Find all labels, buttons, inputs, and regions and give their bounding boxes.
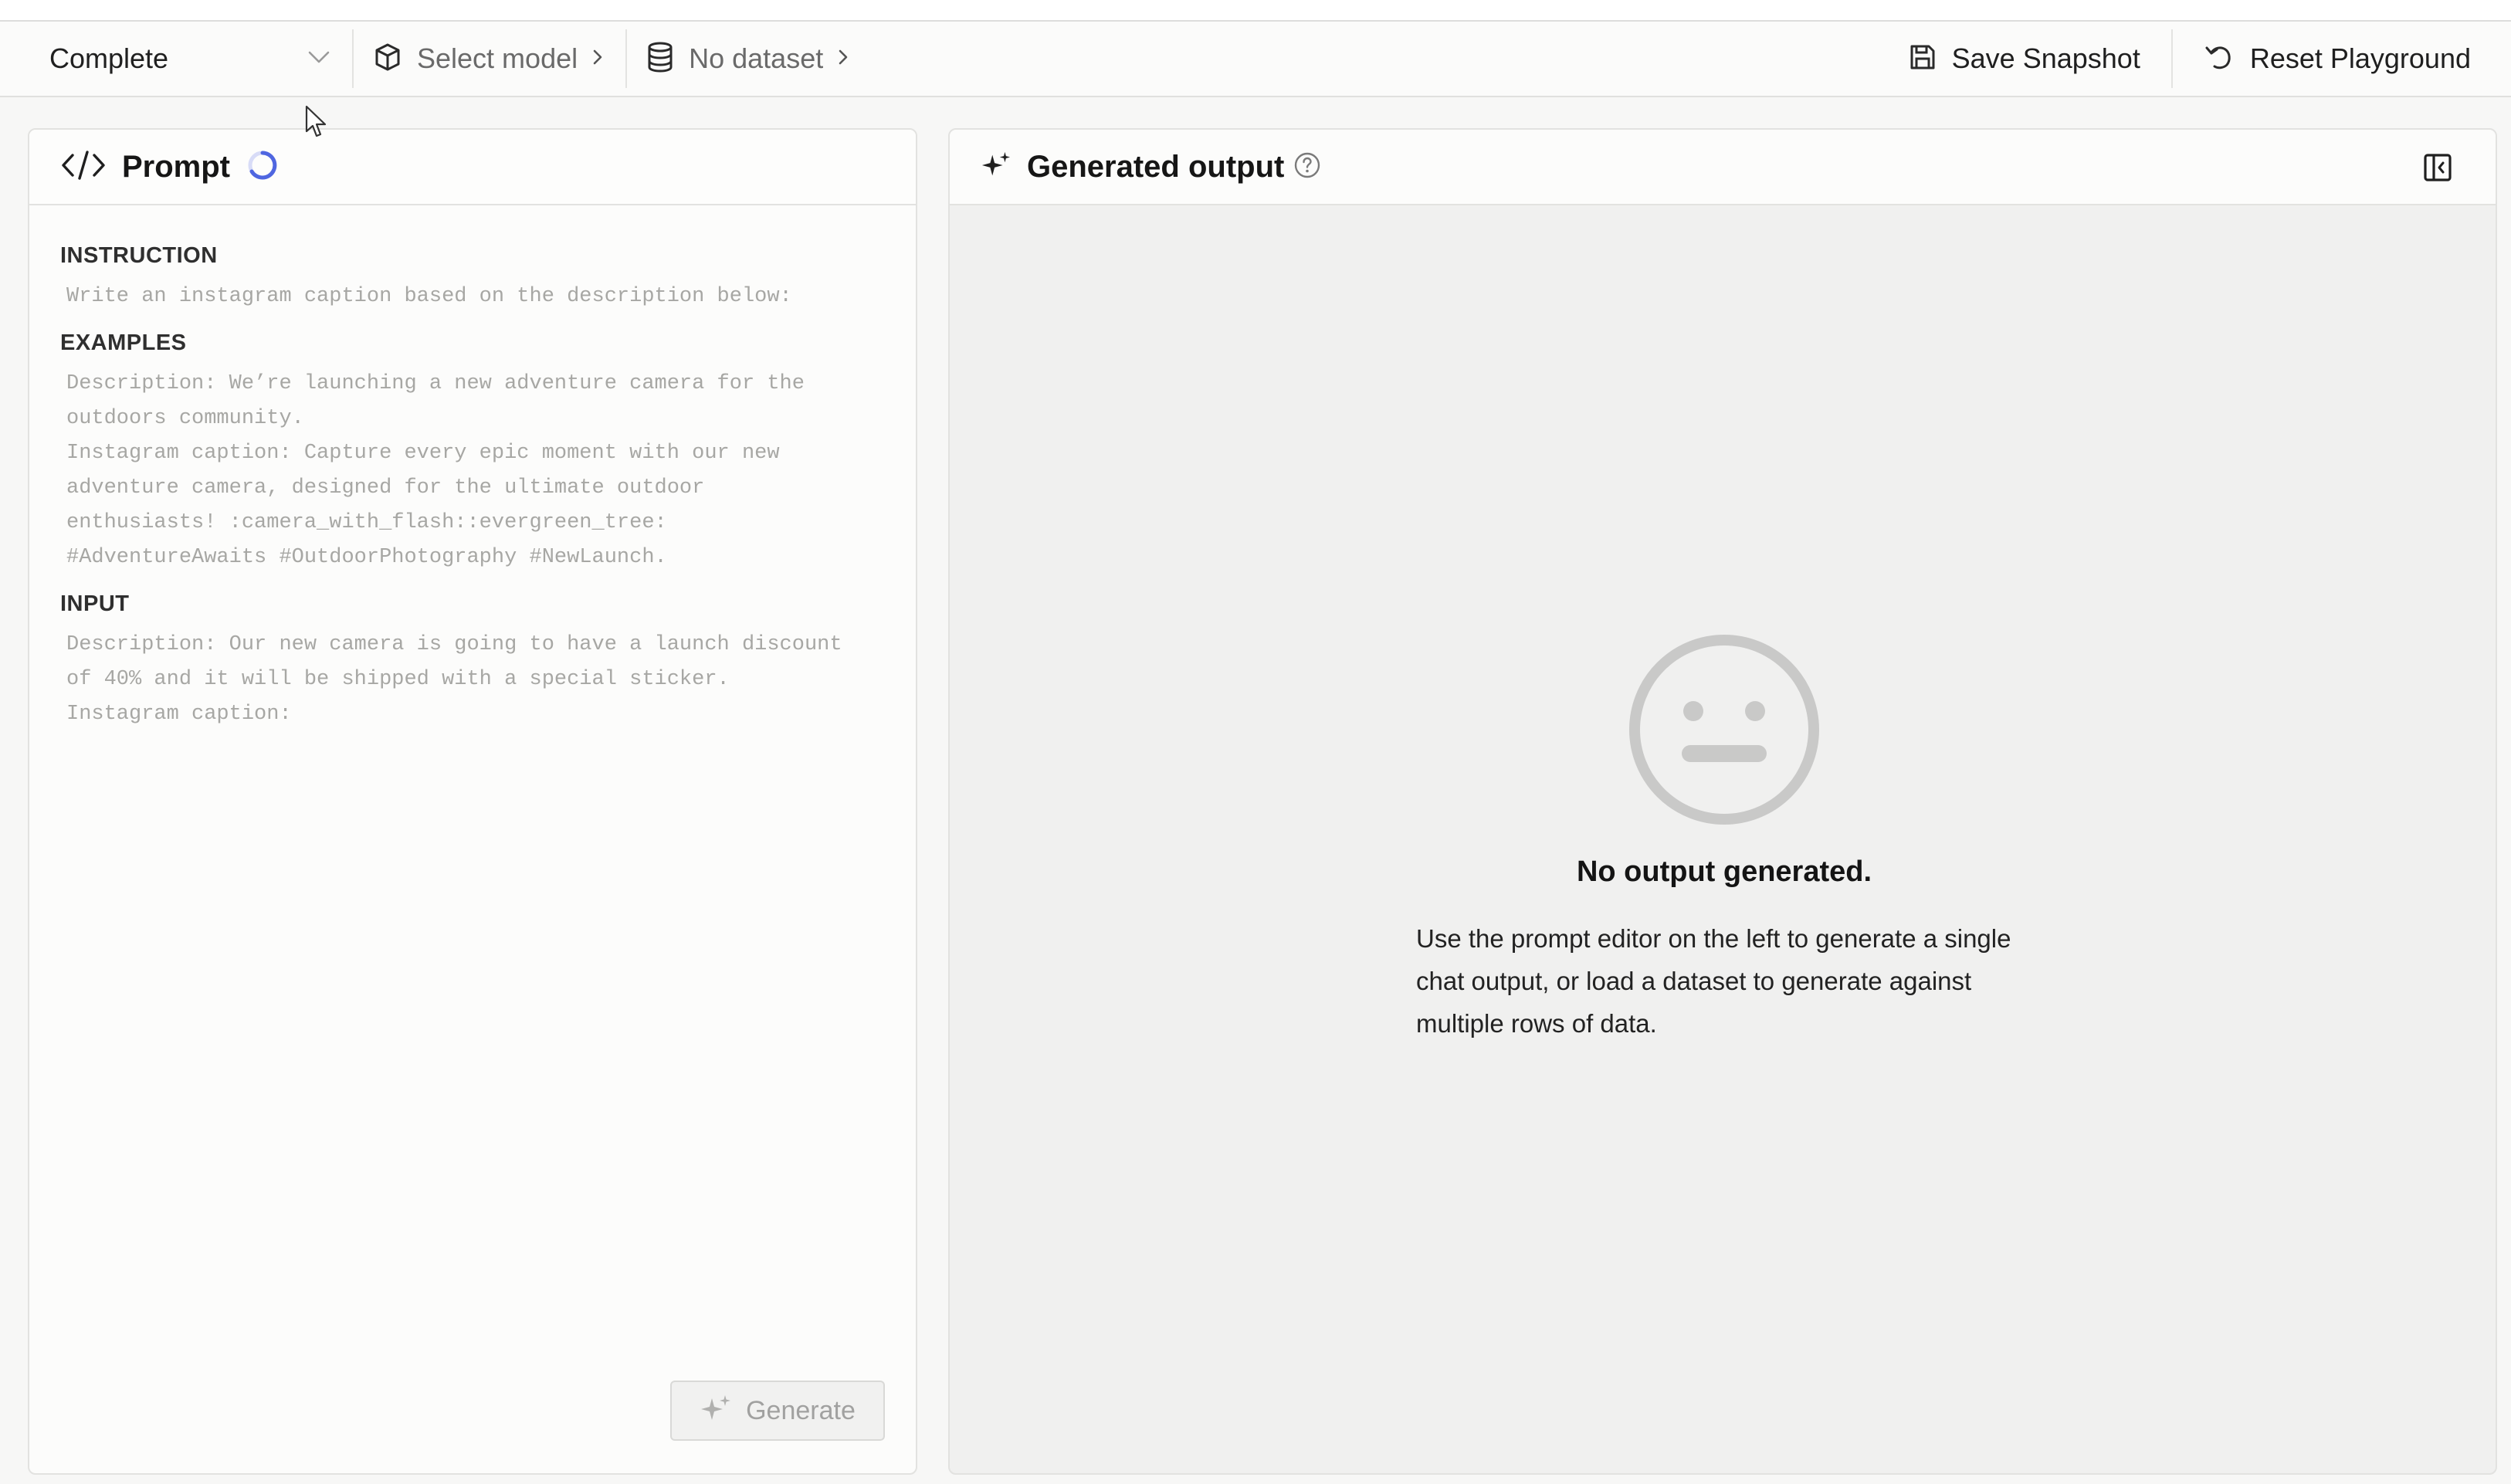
window-top-strip: [0, 0, 2511, 22]
playground-toolbar: Complete Select model No dataset Save Sn…: [0, 22, 2511, 97]
floppy-disk-icon: [1909, 43, 1937, 75]
code-icon: [60, 149, 107, 185]
reset-playground-label: Reset Playground: [2249, 42, 2471, 74]
instruction-label: INSTRUCTION: [60, 243, 218, 268]
cube-icon: [372, 42, 403, 76]
loading-spinner-icon: [246, 148, 280, 186]
reset-playground-button[interactable]: Reset Playground: [2173, 29, 2511, 88]
generated-output-panel: Generated output No output generated. Us…: [948, 128, 2497, 1475]
chevron-right-icon: [837, 47, 849, 71]
save-snapshot-label: Save Snapshot: [1951, 42, 2140, 74]
neutral-face-icon: [1626, 632, 1822, 832]
empty-state-title: No output generated.: [1576, 856, 1872, 888]
undo-icon: [2204, 43, 2235, 75]
prompt-panel-header: Prompt: [29, 130, 916, 205]
mode-select[interactable]: Complete: [0, 29, 354, 88]
generate-button[interactable]: Generate: [670, 1381, 885, 1441]
generate-label: Generate: [746, 1395, 856, 1425]
model-selector-label: Select model: [417, 42, 578, 74]
save-snapshot-button[interactable]: Save Snapshot: [1878, 29, 2173, 88]
input-label: INPUT: [60, 591, 130, 616]
dataset-selector[interactable]: No dataset: [627, 29, 871, 88]
chevron-down-icon: [307, 49, 330, 69]
chevron-right-icon: [591, 47, 604, 71]
mode-select-value: Complete: [49, 42, 169, 74]
instruction-text[interactable]: Write an instagram caption based on the …: [66, 280, 885, 314]
prompt-panel-title: Prompt: [122, 149, 230, 184]
prompt-panel: Prompt INSTRUCTION Write an instagram ca…: [28, 128, 917, 1475]
mouse-cursor-icon: [304, 105, 327, 143]
dataset-selector-label: No dataset: [689, 42, 824, 74]
prompt-editor[interactable]: INSTRUCTION Write an instagram caption b…: [29, 205, 916, 732]
empty-state-description: Use the prompt editor on the left to gen…: [1416, 924, 2011, 1038]
examples-text[interactable]: Description: We’re launching a new adven…: [66, 367, 885, 575]
empty-state: No output generated. Use the prompt edit…: [950, 130, 2496, 1473]
database-icon: [646, 41, 675, 77]
model-selector[interactable]: Select model: [354, 29, 628, 88]
examples-label: EXAMPLES: [60, 330, 187, 355]
input-text[interactable]: Description: Our new camera is going to …: [66, 628, 885, 732]
sparkles-icon: [700, 1394, 732, 1428]
